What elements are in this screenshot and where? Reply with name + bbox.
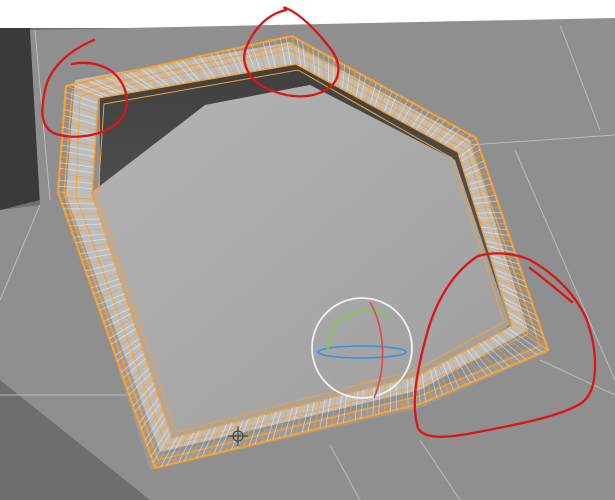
- blender-3d-viewport[interactable]: [0, 0, 615, 500]
- edge-loop-segment: [384, 384, 386, 413]
